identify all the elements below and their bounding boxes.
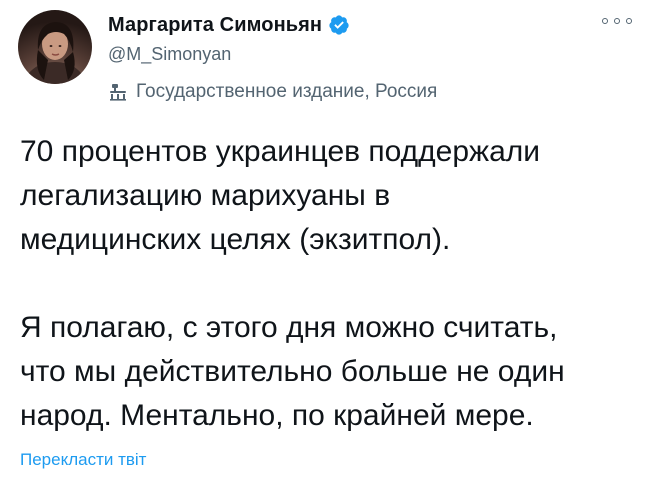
tweet-text: 70 процентов украинцев поддержали легали… <box>20 130 635 438</box>
more-dot <box>614 18 620 24</box>
verified-badge-icon <box>328 14 350 36</box>
state-media-icon <box>108 82 128 102</box>
name-row: Маргарита Симоньян <box>108 12 628 38</box>
state-media-label-text: Государственное издание, Россия <box>136 81 438 102</box>
state-media-label[interactable]: Государственное издание, Россия <box>108 80 628 104</box>
tweet-paragraph: Я полагаю, с этого дня можно считать, чт… <box>20 306 635 438</box>
author-display-name[interactable]: Маргарита Симоньян <box>108 14 322 37</box>
tweet-line: Я полагаю, с этого дня можно считать, <box>20 311 558 344</box>
more-dot <box>602 18 608 24</box>
author-handle[interactable]: @M_Simonyan <box>108 44 628 66</box>
tweet-line: медицинских целях (экзитпол). <box>20 223 451 256</box>
tweet-paragraph: 70 процентов украинцев поддержали легали… <box>20 130 635 262</box>
tweet-line: что мы действительно больше не один <box>20 355 565 388</box>
translate-tweet-link[interactable]: Перекласти твіт <box>20 450 146 470</box>
more-dot <box>626 18 632 24</box>
tweet-line: легализацию марихуаны в <box>20 179 391 212</box>
tweet: Маргарита Симоньян @M_Simonyan Государст… <box>0 0 650 486</box>
tweet-line: 70 процентов украинцев поддержали <box>20 135 541 168</box>
more-options-icon[interactable] <box>602 14 632 28</box>
tweet-header: Маргарита Симоньян @M_Simonyan Государст… <box>108 12 628 104</box>
tweet-line: народ. Ментально, по крайней мере. <box>20 399 534 432</box>
avatar-image <box>25 22 85 84</box>
avatar[interactable] <box>18 10 92 84</box>
